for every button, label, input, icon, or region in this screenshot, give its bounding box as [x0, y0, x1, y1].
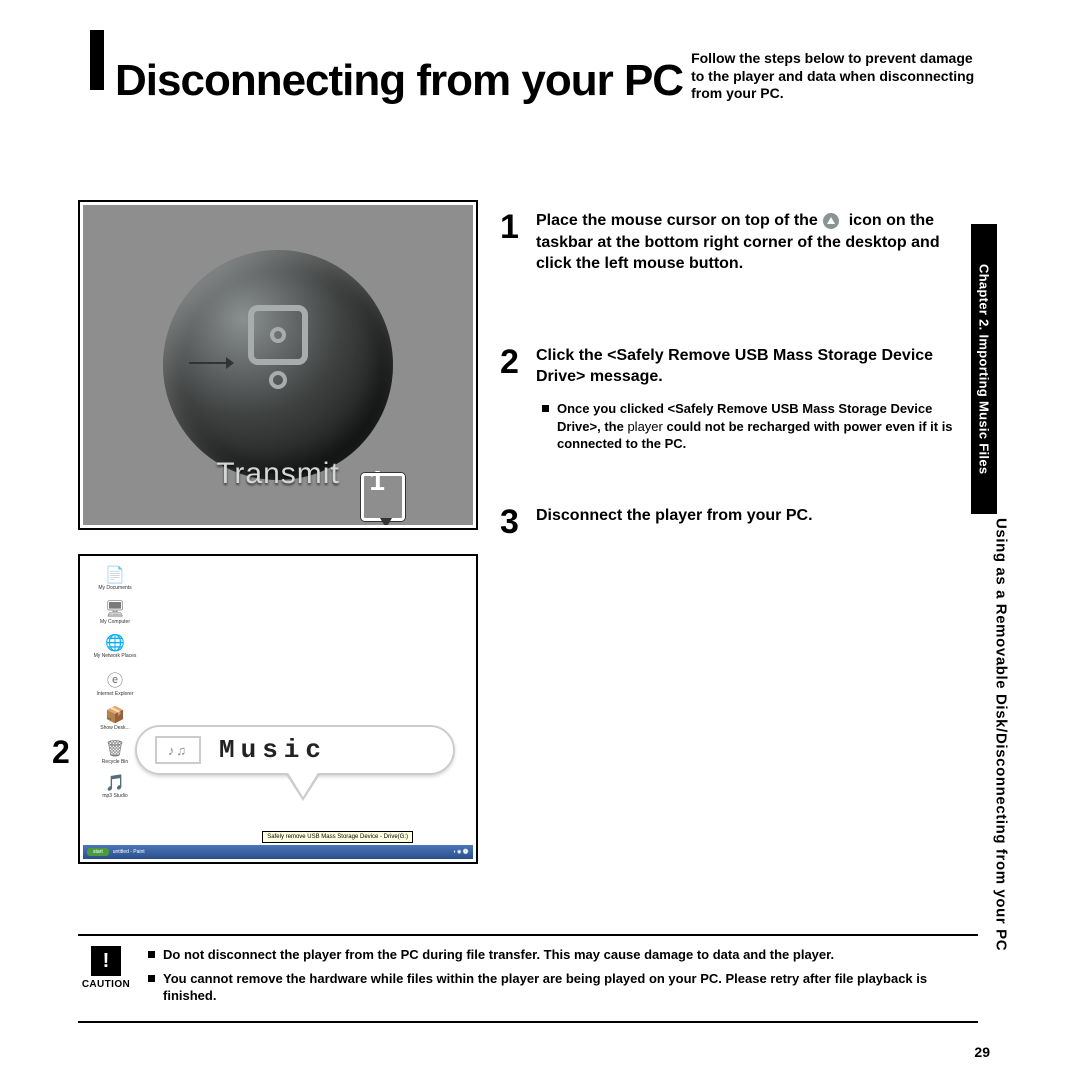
- taskbar-tooltip: Safely remove USB Mass Storage Device - …: [262, 831, 413, 843]
- taskbar-tray: ◑ ◉ 🕙: [453, 849, 469, 855]
- figure-2-box: 📄My Documents 🖥My Computer 🌐My Network Pla…: [78, 554, 478, 864]
- desktop-icon: 🎵mp3 Studio: [91, 773, 139, 799]
- desktop-icons: 📄My Documents 🖥My Computer 🌐My Network Pla…: [91, 565, 139, 799]
- step-3-body: Disconnect the player from your PC.: [536, 505, 978, 539]
- step-3-number: 3: [500, 505, 524, 539]
- desktop-icon-label: My Computer: [100, 619, 130, 625]
- desktop-icon-glyph: 🖥: [105, 599, 125, 619]
- figure1-callout-frame: [361, 473, 405, 521]
- title-row: Disconnecting from your PC Follow the st…: [115, 50, 975, 106]
- step-1-body: Place the mouse cursor on top of the ico…: [536, 210, 978, 275]
- page-title: Disconnecting from your PC: [115, 56, 683, 106]
- caution-bottom-rule: [78, 1021, 978, 1023]
- step-1-text: Place the mouse cursor on top of the ico…: [536, 210, 978, 275]
- caution-row: ! CAUTION Do not disconnect the player f…: [78, 946, 978, 1011]
- steps-column: 1 Place the mouse cursor on top of the i…: [500, 200, 978, 888]
- music-callout: ♪♫ Music: [135, 725, 455, 775]
- desktop-icon: 🌐My Network Places: [91, 633, 139, 659]
- step-1: 1 Place the mouse cursor on top of the i…: [500, 210, 978, 275]
- desktop-icon: 🖥My Computer: [91, 599, 139, 625]
- side-chapter-text: Chapter 2. Importing Music Files: [977, 264, 992, 474]
- desktop-icon-glyph: 🎵: [105, 773, 125, 793]
- step-2: 2 Click the <Safely Remove USB Mass Stor…: [500, 345, 978, 459]
- music-note-icon: ♪♫: [155, 736, 201, 764]
- side-section-line1: Using as a Removable Disk/: [993, 518, 1010, 733]
- arrow-icon: [189, 362, 233, 364]
- bullet-square-icon: [148, 951, 155, 958]
- side-section-line2: Disconnecting from your PC: [993, 733, 1010, 951]
- device-icon: [233, 305, 323, 425]
- caution-bullet-text: You cannot remove the hardware while fil…: [163, 970, 978, 1005]
- device-round-graphic: [163, 250, 393, 480]
- content-area: Transmit 1 2 📄My Documents🖥My Computer🌐M…: [78, 200, 978, 888]
- step-2-bullet-1: Once you clicked <Safely Remove USB Mass…: [542, 400, 978, 453]
- caution-badge: ! CAUTION: [78, 946, 134, 990]
- desktop-icon: ⓔInternet Explorer: [91, 667, 139, 697]
- step-2-bullets: Once you clicked <Safely Remove USB Mass…: [536, 400, 978, 453]
- desktop-icon-label: Internet Explorer: [97, 691, 134, 697]
- desktop-icon-glyph: 🌐: [105, 633, 125, 653]
- desktop-icon: 📄My Documents: [91, 565, 139, 591]
- caution-exclaim-icon: !: [91, 946, 121, 976]
- step-3-text: Disconnect the player from your PC.: [536, 505, 978, 527]
- step-1-number: 1: [500, 210, 524, 275]
- desktop-icon-label: My Documents: [98, 585, 131, 591]
- step-2-number: 2: [500, 345, 524, 459]
- desktop-icon-label: Recycle Bin: [102, 759, 128, 765]
- bullet-square-icon: [542, 405, 549, 412]
- usb-tray-icon: [822, 212, 840, 230]
- bullet-square-icon: [148, 975, 155, 982]
- taskbar-item: untitled - Paint: [113, 849, 145, 855]
- figure-1: Transmit 1: [83, 205, 473, 525]
- figure-2-desktop: 📄My Documents 🖥My Computer 🌐My Network Pla…: [83, 559, 473, 859]
- desktop-icon-glyph: 📄: [105, 565, 125, 585]
- caution-area: ! CAUTION Do not disconnect the player f…: [78, 934, 978, 1023]
- music-callout-label: Music: [219, 735, 327, 765]
- title-accent-bar: [90, 30, 104, 90]
- desktop-icon-glyph: 📦: [105, 705, 125, 725]
- step-3: 3 Disconnect the player from your PC.: [500, 505, 978, 539]
- figure2-callout-number: 2: [52, 734, 70, 771]
- figures-column: Transmit 1 2 📄My Documents🖥My Computer🌐M…: [78, 200, 478, 888]
- figure1-label: Transmit: [216, 457, 340, 491]
- desktop-icon-label: mp3 Studio: [102, 793, 127, 799]
- step-2-text: Click the <Safely Remove USB Mass Storag…: [536, 345, 978, 388]
- page-number: 29: [974, 1044, 990, 1060]
- caution-label: CAUTION: [82, 979, 130, 990]
- figure-1-box: Transmit 1: [78, 200, 478, 530]
- start-button: start: [87, 848, 109, 856]
- caution-bullet: You cannot remove the hardware while fil…: [148, 970, 978, 1005]
- side-section-text: Using as a Removable Disk/ Disconnecting…: [976, 518, 1026, 951]
- desktop-icon-glyph: 🗑: [105, 739, 125, 759]
- desktop-icon: 🗑Recycle Bin: [91, 739, 139, 765]
- taskbar: start untitled - Paint ◑ ◉ 🕙: [83, 845, 473, 859]
- desktop-icon-label: My Network Places: [94, 653, 137, 659]
- caution-bullets: Do not disconnect the player from the PC…: [148, 946, 978, 1011]
- caution-top-rule: [78, 934, 978, 936]
- caution-bullet-text: Do not disconnect the player from the PC…: [163, 946, 834, 964]
- figure-2-wrapper: 2 📄My Documents🖥My Computer🌐My Network P…: [78, 554, 478, 864]
- page-subtitle: Follow the steps below to prevent damage…: [683, 50, 975, 106]
- desktop-icon: 📦Show Desk...: [91, 705, 139, 731]
- desktop-icon-glyph: ⓔ: [107, 667, 123, 691]
- caution-bullet: Do not disconnect the player from the PC…: [148, 946, 978, 964]
- step-2-body: Click the <Safely Remove USB Mass Storag…: [536, 345, 978, 459]
- desktop-icon-label: Show Desk...: [100, 725, 129, 731]
